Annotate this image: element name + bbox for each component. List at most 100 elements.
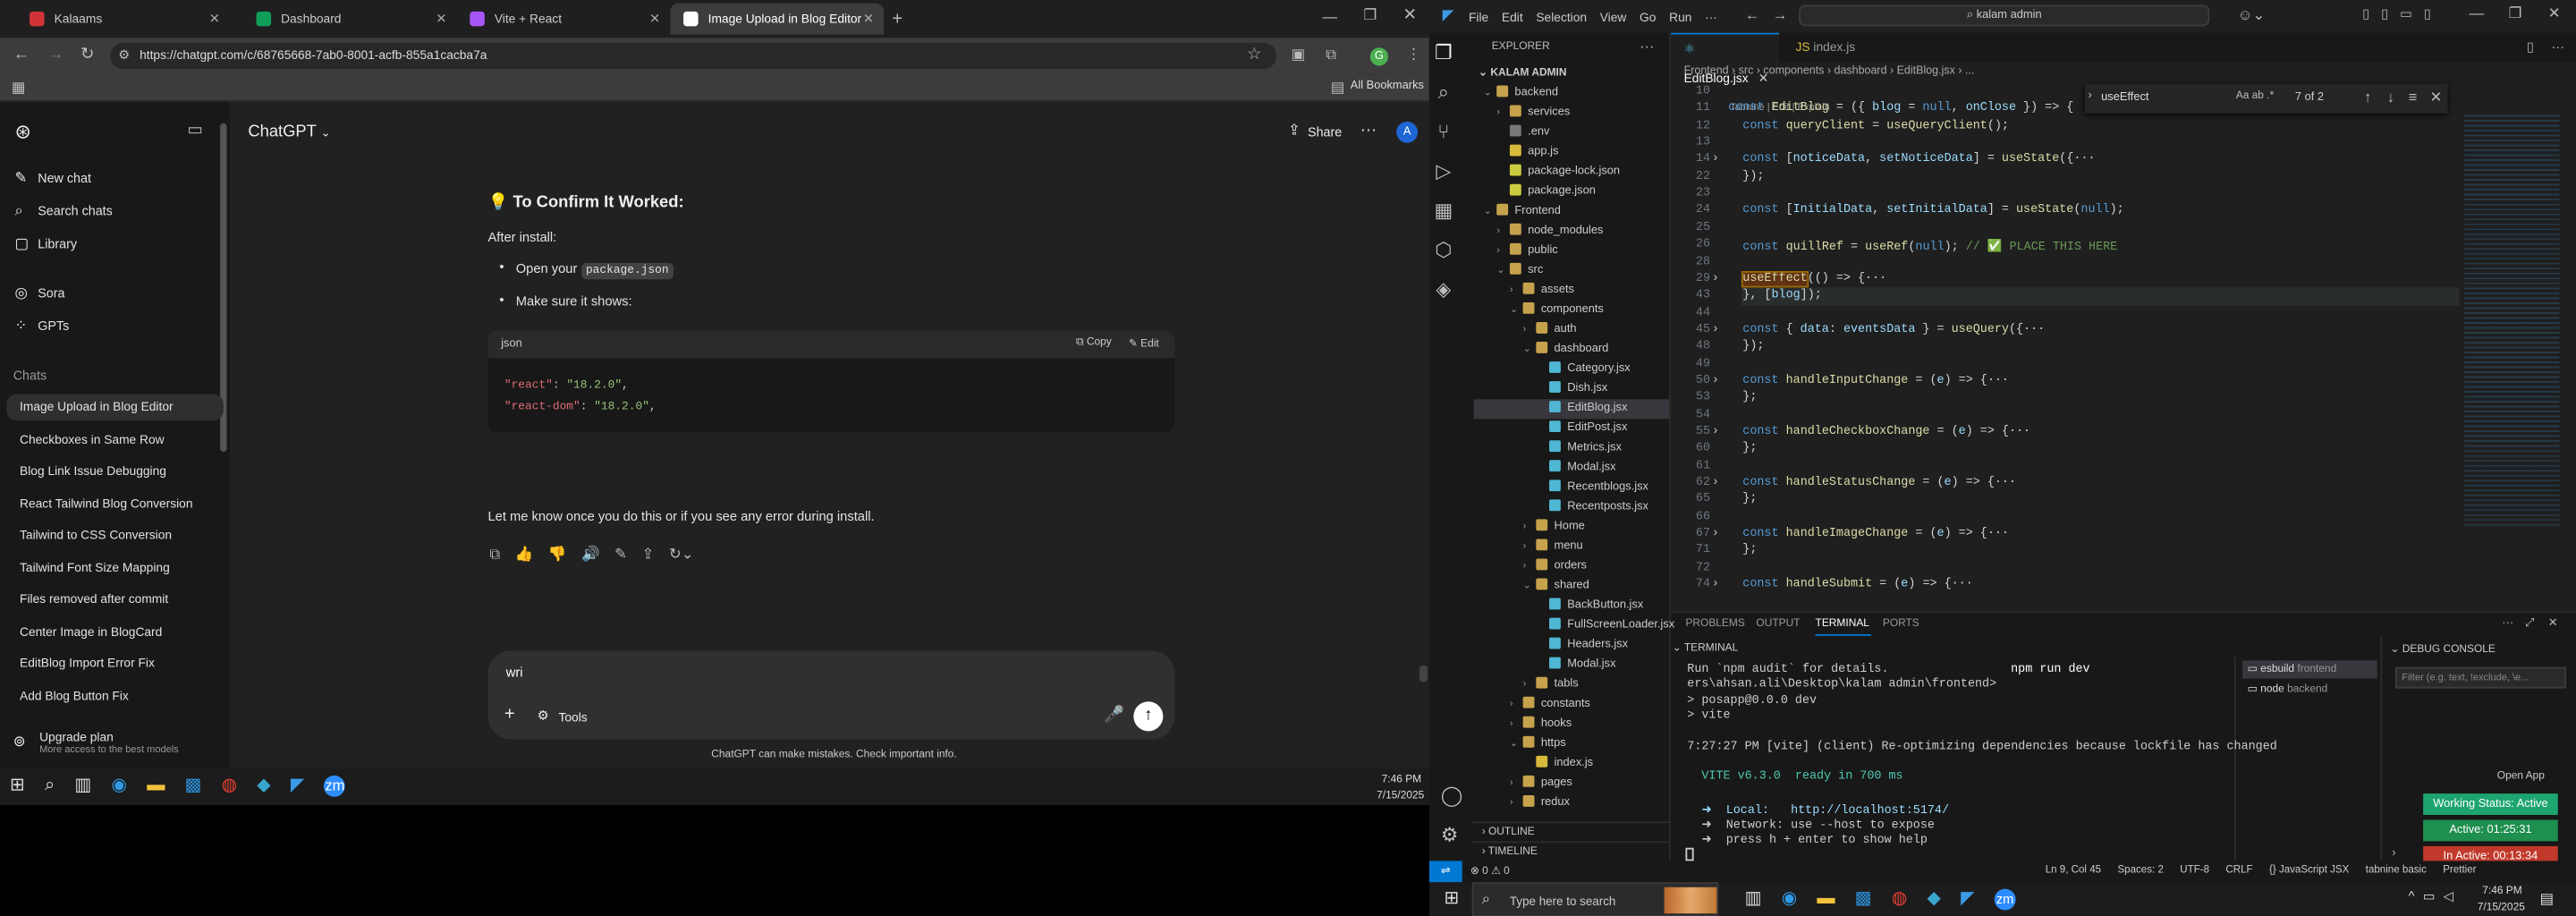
tree-item[interactable]: EditBlog.jsx <box>1473 399 1670 420</box>
tree-item[interactable]: › auth <box>1474 320 1670 340</box>
source-control-icon[interactable]: ⑂ <box>1434 122 1453 141</box>
thumbs-down-icon[interactable]: 👎 <box>548 547 567 563</box>
nav-forward-icon[interactable]: → <box>1773 7 1788 23</box>
tree-item[interactable]: ⌄ src <box>1474 261 1670 281</box>
store-icon[interactable]: ▩ <box>184 776 201 795</box>
maximize-icon[interactable]: ❐ <box>1363 7 1377 23</box>
tree-item[interactable]: Metrics.jsx <box>1474 438 1670 458</box>
tree-item[interactable]: › constants <box>1474 695 1670 715</box>
tree-item[interactable]: EditPost.jsx <box>1474 419 1670 438</box>
timeline-section[interactable]: › TIMELINE <box>1471 841 1671 861</box>
upgrade-plan-title[interactable]: Upgrade plan <box>39 729 114 744</box>
chat-history-item[interactable]: Add Blog Button Fix <box>6 683 223 708</box>
more-actions-icon[interactable]: ··· <box>2502 618 2513 630</box>
code-line[interactable]: }); <box>1728 341 1764 354</box>
explorer-icon[interactable]: ❐ <box>1434 43 1453 63</box>
search-icon[interactable]: ⌕ <box>1434 82 1453 102</box>
search-icon[interactable]: ⌕ <box>45 776 55 795</box>
search-chats-link[interactable]: Search chats <box>38 204 113 219</box>
tools-button[interactable]: Tools <box>558 709 587 725</box>
tree-item[interactable]: BackButton.jsx <box>1474 597 1670 616</box>
menu-item[interactable]: File <box>1469 10 1488 25</box>
code-line[interactable]: }; <box>1728 545 1757 558</box>
tree-item[interactable]: index.js <box>1474 754 1670 774</box>
fold-chevron-icon[interactable]: › <box>1712 154 1719 167</box>
chat-history-item[interactable]: EditBlog Import Error Fix <box>6 650 223 676</box>
task-view-icon[interactable]: ▥ <box>1745 890 1762 908</box>
tree-item[interactable]: Headers.jsx <box>1474 636 1670 656</box>
tree-item[interactable]: › redux <box>1474 793 1670 813</box>
tree-item[interactable]: package.json <box>1474 182 1670 202</box>
tree-item[interactable]: › public <box>1474 242 1670 261</box>
menu-item[interactable]: View <box>1600 10 1627 25</box>
chrome-icon[interactable]: ◍ <box>222 776 238 795</box>
prompt-input[interactable]: wri <box>506 666 523 681</box>
debug-console-title[interactable]: ⌄ DEBUG CONSOLE <box>2390 642 2496 656</box>
more-actions-icon[interactable]: ··· <box>2551 40 2564 55</box>
copy-code-button[interactable]: ⧉ Copy <box>1076 337 1112 351</box>
tree-item[interactable]: ⌄ backend <box>1474 84 1670 104</box>
chrome-menu-icon[interactable]: ⋮ <box>1406 47 1421 63</box>
browser-tab[interactable]: Dashboard ✕ <box>243 4 457 35</box>
new-chat-link[interactable]: New chat <box>38 171 91 186</box>
chat-history-item[interactable]: Files removed after commit <box>6 587 223 613</box>
menu-item[interactable]: ··· <box>1705 10 1717 25</box>
run-debug-icon[interactable]: ▷ <box>1434 161 1453 181</box>
close-icon[interactable]: ✕ <box>1403 7 1417 24</box>
panel-tab[interactable]: PROBLEMS <box>1685 618 1744 630</box>
chevron-right-icon[interactable]: › <box>2392 848 2395 860</box>
tree-item[interactable]: › Home <box>1474 518 1670 538</box>
editor-breadcrumb[interactable]: Frontend › src › components › dashboard … <box>1684 65 1975 77</box>
code-line[interactable]: const quillRef = useRef(null); // ✅ PLAC… <box>1728 239 2117 255</box>
puzzle-icon[interactable]: ⧉ <box>1326 47 1336 63</box>
tree-item[interactable]: ⌄ Frontend <box>1474 202 1670 222</box>
menu-item[interactable]: Go <box>1640 10 1656 25</box>
status-item[interactable]: tabnine basic <box>2366 864 2427 876</box>
bookmark-star-icon[interactable]: ☆ <box>1247 47 1261 64</box>
send-button[interactable]: ↑ <box>1133 701 1164 732</box>
site-info-icon[interactable]: ⚙ <box>118 48 130 63</box>
task-view-icon[interactable]: ▥ <box>74 776 91 795</box>
tree-item[interactable]: › node_modules <box>1474 222 1670 242</box>
copilot-icon[interactable]: ☺⌄ <box>2238 7 2266 23</box>
code-line[interactable]: const handleCheckboxChange = (e) => {···… <box>1712 426 2030 439</box>
maximize-panel-icon[interactable]: ⤢ <box>2525 618 2534 630</box>
terminal-item-esbuild[interactable]: ▭ esbuild frontend <box>2242 660 2377 679</box>
next-match-icon[interactable]: ↓ <box>2387 89 2394 106</box>
close-tab-icon[interactable]: ✕ <box>649 12 660 27</box>
tree-item[interactable]: .env <box>1474 123 1670 143</box>
tree-item[interactable]: › assets <box>1474 281 1670 301</box>
find-options[interactable]: Aa ab .* <box>2236 90 2275 102</box>
gpts-link[interactable]: GPTs <box>38 318 69 334</box>
extension-icon[interactable]: ▣ <box>1292 47 1306 63</box>
copy-icon[interactable]: ⧉ <box>489 547 500 563</box>
menu-item[interactable]: Selection <box>1536 10 1587 25</box>
url-input[interactable]: https://chatgpt.com/c/68765668-7ab0-8001… <box>110 42 1277 70</box>
debug-filter-input[interactable]: Filter (e.g. text, !exclude, \e... <box>2394 666 2566 689</box>
layout-icon[interactable]: ▯ <box>2362 7 2369 21</box>
store-icon[interactable]: ▩ <box>1855 890 1872 908</box>
main-scrollbar[interactable] <box>1419 665 1428 683</box>
nav-back-icon[interactable]: ← <box>1745 7 1760 23</box>
open-app-button[interactable]: Open App <box>2497 770 2545 782</box>
code-line[interactable]: const { data: eventsData } = useQuery({·… <box>1712 324 2045 337</box>
user-avatar[interactable]: A <box>1396 121 1419 143</box>
code-line[interactable]: const handleSubmit = (e) => {··· › <box>1712 579 1973 592</box>
file-explorer-icon[interactable]: ▬ <box>147 776 165 795</box>
fold-chevron-icon[interactable]: › <box>1712 579 1719 592</box>
minimize-icon[interactable]: — <box>2470 5 2485 21</box>
remote-icon[interactable]: ⬡ <box>1434 240 1453 259</box>
code-line[interactable]: }; <box>1728 443 1757 456</box>
edge-icon[interactable]: ◉ <box>1782 890 1798 908</box>
close-icon[interactable]: ✕ <box>2548 5 2561 21</box>
network-icon[interactable]: ▭ <box>2423 890 2436 903</box>
code-line[interactable]: }); <box>1728 171 1764 184</box>
tab-index[interactable]: JS index.js <box>1783 33 1881 63</box>
taskbar-search[interactable]: ⌕ Type here to search <box>1471 882 1719 916</box>
find-in-selection-icon[interactable]: ≡ <box>2409 89 2418 106</box>
tree-item[interactable]: › services <box>1474 104 1670 123</box>
fold-chevron-icon[interactable]: › <box>1712 528 1719 541</box>
code-line[interactable]: }; <box>1728 494 1757 507</box>
outline-section[interactable]: › OUTLINE <box>1471 821 1671 841</box>
status-item[interactable]: Prettier <box>2443 864 2476 876</box>
